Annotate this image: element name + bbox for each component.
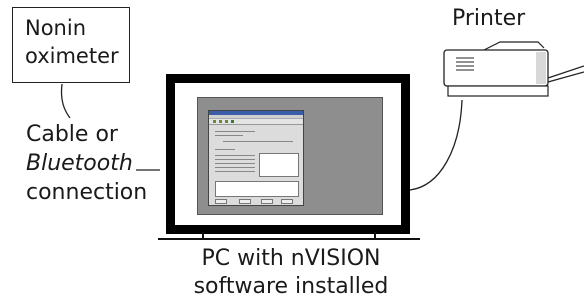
app-text-row bbox=[215, 149, 235, 150]
pc-base-line bbox=[158, 238, 420, 240]
printer-label: Printer bbox=[452, 6, 526, 31]
oximeter-box: Nonin oximeter bbox=[12, 7, 130, 83]
app-text-row bbox=[215, 135, 243, 136]
app-button bbox=[261, 199, 273, 204]
pc-label-line1: PC with nVISION bbox=[201, 246, 381, 271]
pc-label-line2: software installed bbox=[193, 274, 389, 299]
oximeter-label-line2: oximeter bbox=[25, 44, 119, 68]
app-button bbox=[215, 199, 227, 204]
printer-icon bbox=[443, 41, 584, 97]
app-text-row bbox=[215, 131, 255, 132]
oximeter-cable-line bbox=[60, 83, 71, 119]
app-text-row bbox=[223, 141, 293, 142]
app-toolbar-icon bbox=[219, 120, 222, 123]
app-text-row bbox=[215, 167, 255, 168]
app-panel bbox=[215, 181, 299, 197]
app-text-row bbox=[215, 155, 255, 156]
app-text-row bbox=[215, 159, 255, 160]
pc-leg bbox=[374, 232, 376, 240]
connection-label-line1: Cable or bbox=[26, 122, 118, 147]
connection-label-line2: Bluetooth bbox=[26, 151, 133, 176]
printer-cable-line bbox=[409, 99, 463, 191]
monitor-icon bbox=[166, 74, 410, 234]
oximeter-label-line1: Nonin bbox=[25, 16, 87, 40]
app-button bbox=[281, 199, 293, 204]
app-listbox bbox=[259, 153, 299, 177]
connection-label-line3: connection bbox=[26, 180, 148, 205]
app-toolbar-icon bbox=[231, 120, 234, 123]
app-text-row bbox=[215, 163, 255, 164]
app-toolbar-icon bbox=[213, 120, 216, 123]
app-toolbar-icon bbox=[225, 120, 228, 123]
app-toolbar bbox=[209, 119, 303, 125]
app-button bbox=[239, 199, 251, 204]
app-text-row bbox=[215, 171, 255, 172]
nvision-app-window bbox=[208, 110, 304, 206]
pc-leg bbox=[202, 232, 204, 240]
pc-screen bbox=[197, 97, 383, 215]
